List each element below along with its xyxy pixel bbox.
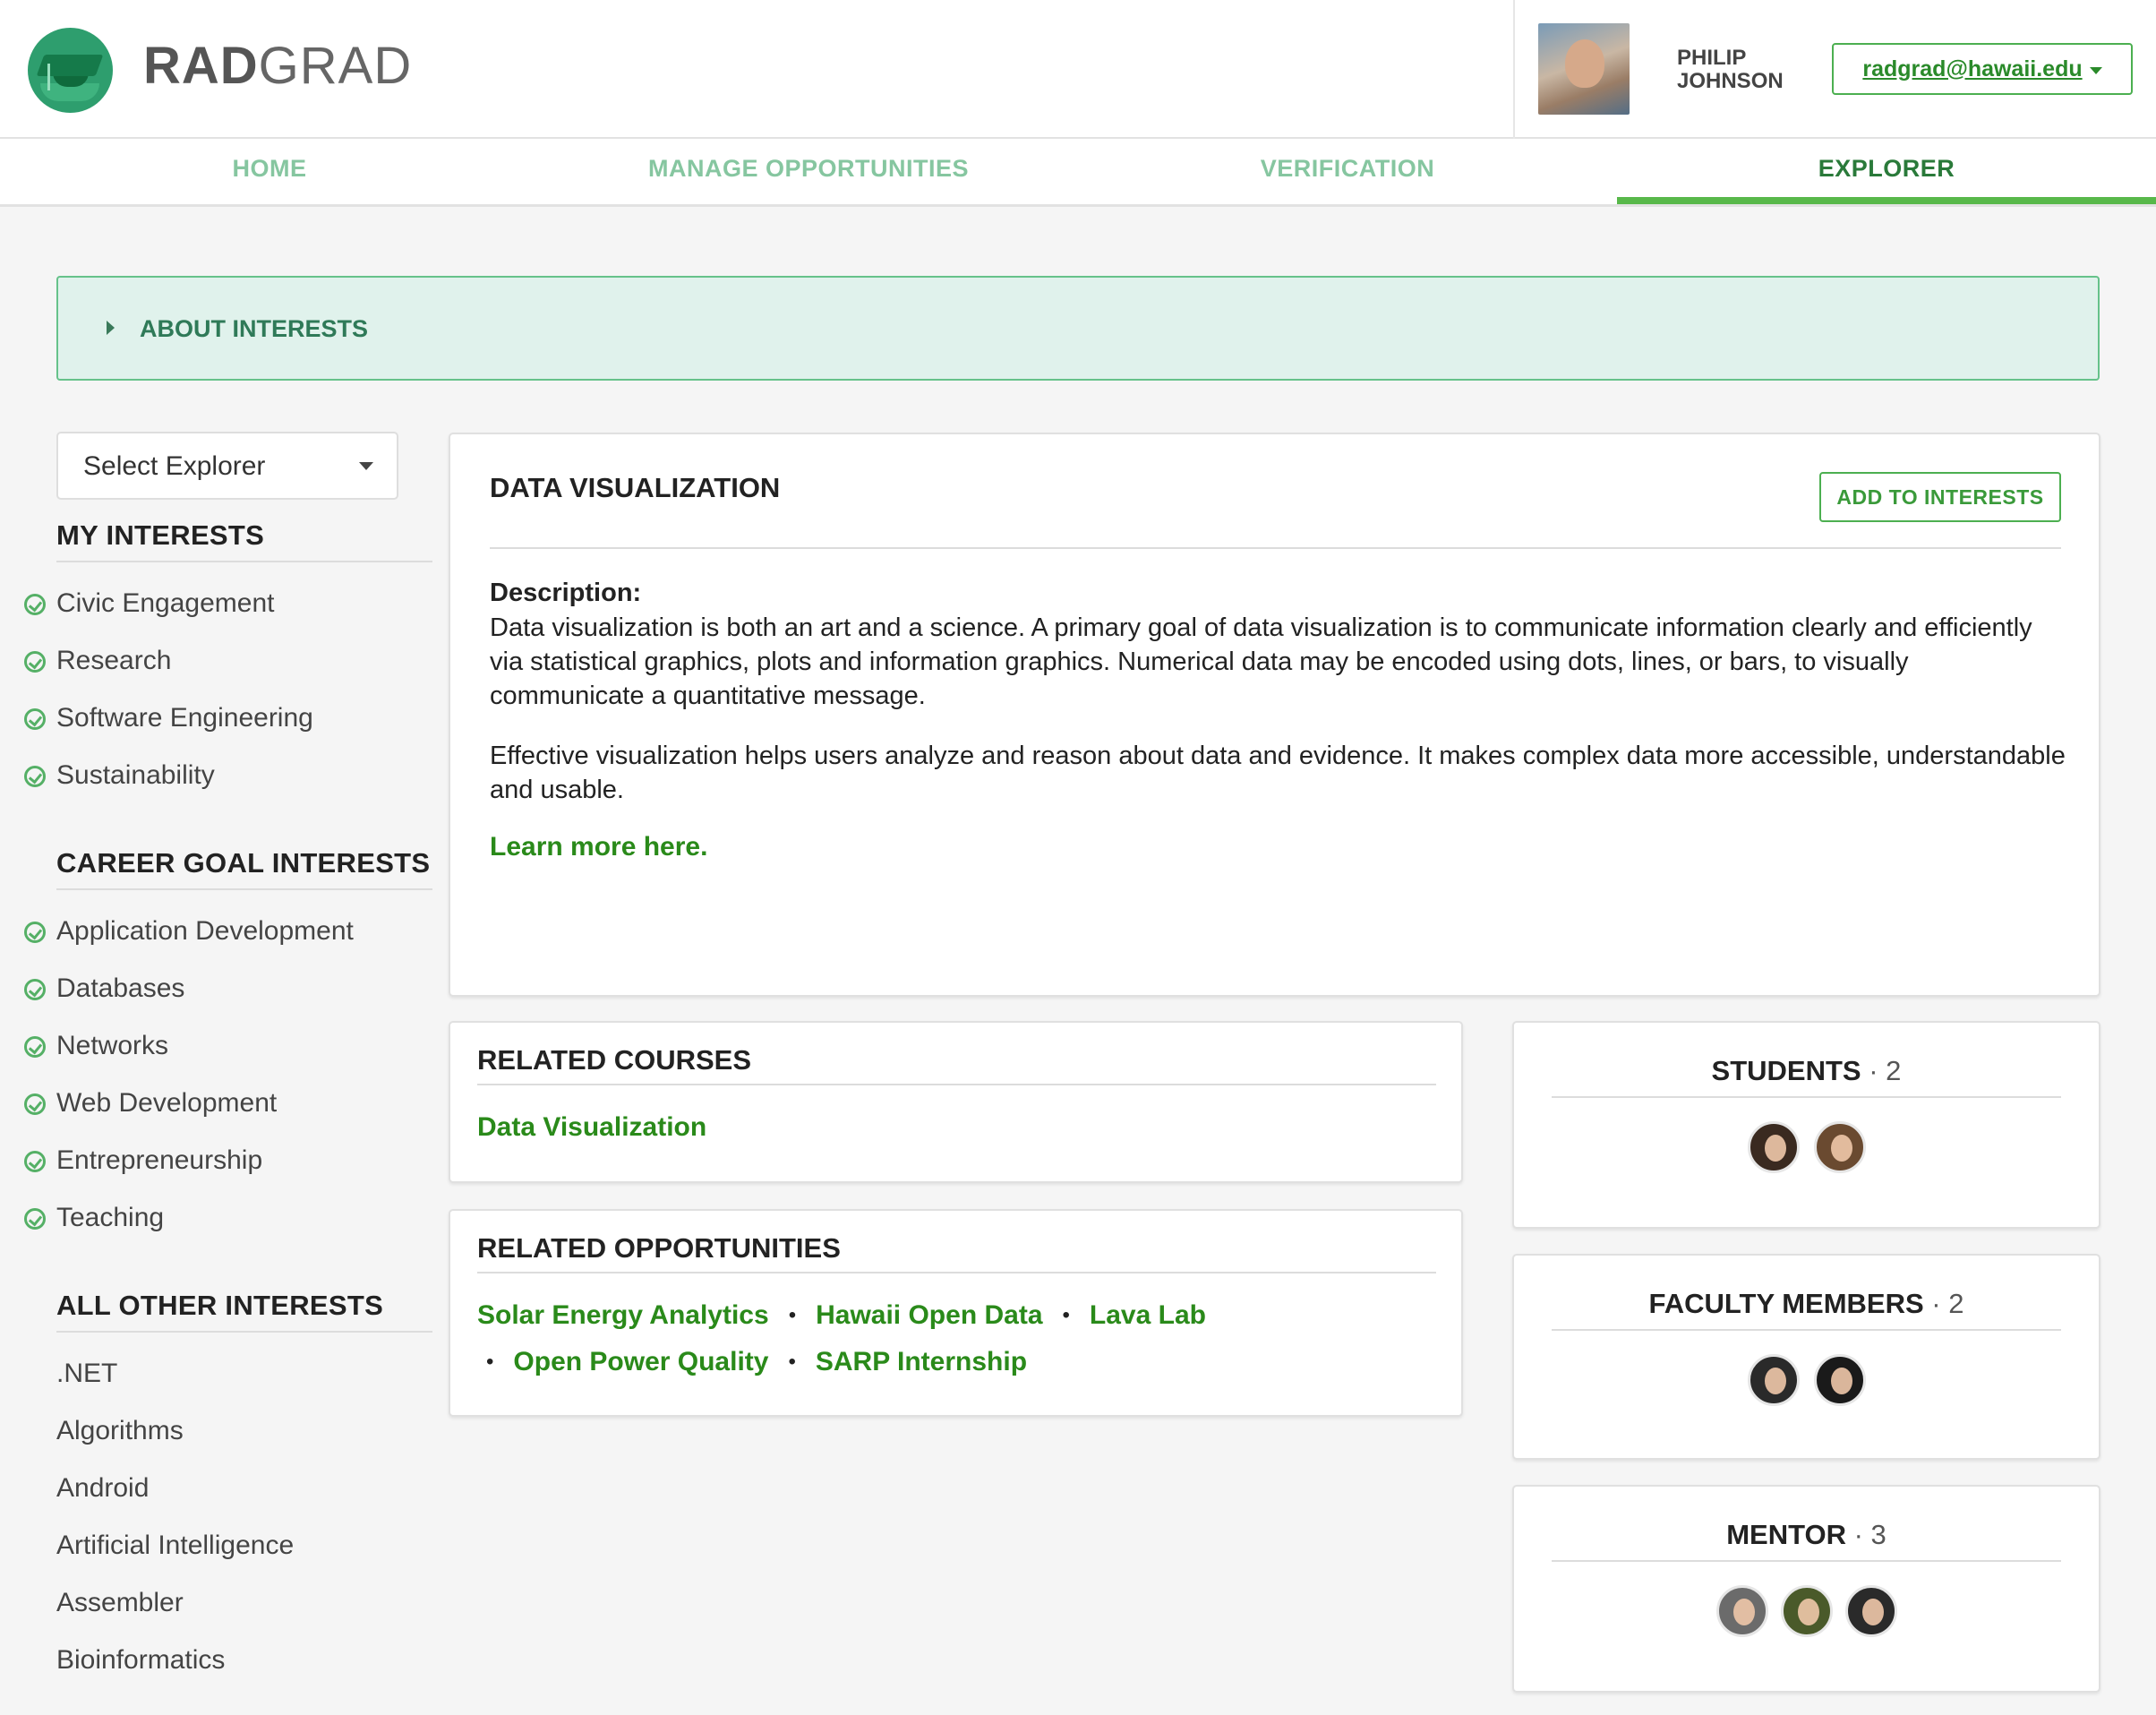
bullet-separator: • <box>486 1350 494 1374</box>
nav-manage-opportunities[interactable]: MANAGE OPPORTUNITIES <box>539 139 1078 204</box>
description-paragraph: Data visualization is both an art and a … <box>490 613 2032 710</box>
students-card: STUDENTS · 2 <box>1512 1021 2100 1229</box>
faculty-card: FACULTY MEMBERS · 2 <box>1512 1254 2100 1460</box>
students-heading: STUDENTS · 2 <box>1711 1055 1902 1086</box>
check-circle-icon <box>24 1208 46 1230</box>
other-interest-item[interactable]: Bioinformatics <box>56 1632 432 1689</box>
check-circle-icon <box>24 1036 46 1058</box>
nav-home[interactable]: HOME <box>0 139 539 204</box>
check-circle-icon <box>24 979 46 1000</box>
bullet-separator: • <box>788 1350 796 1374</box>
learn-more-link[interactable]: Learn more here. <box>490 832 707 862</box>
my-interest-item[interactable]: Research <box>24 632 432 690</box>
other-interest-item[interactable]: Artificial Intelligence <box>56 1517 432 1574</box>
other-interest-item[interactable]: Android <box>56 1460 432 1517</box>
course-link[interactable]: Data Visualization <box>477 1112 706 1143</box>
divider <box>477 1084 1436 1085</box>
career-goal-interests-heading: CAREER GOAL INTERESTS <box>56 847 432 890</box>
check-circle-icon <box>24 1151 46 1172</box>
check-circle-icon <box>24 922 46 943</box>
description-label: Description: <box>490 579 642 607</box>
other-interest-item[interactable]: Assembler <box>56 1574 432 1632</box>
mentor-heading: MENTOR · 3 <box>1726 1519 1886 1550</box>
career-goal-interests-section: CAREER GOAL INTERESTS Application Develo… <box>24 847 432 1247</box>
faculty-avatar[interactable] <box>1747 1354 1800 1406</box>
opportunity-link[interactable]: Hawaii Open Data <box>816 1300 1042 1331</box>
nav-verification[interactable]: VERIFICATION <box>1078 139 1617 204</box>
header-divider <box>1513 0 1515 139</box>
career-interest-item[interactable]: Entrepreneurship <box>24 1132 432 1189</box>
career-interest-item[interactable]: Networks <box>24 1017 432 1075</box>
career-interest-item[interactable]: Web Development <box>24 1075 432 1132</box>
chevron-down-icon <box>2089 67 2102 74</box>
check-circle-icon <box>24 1093 46 1115</box>
user-email-dropdown[interactable]: radgrad@hawaii.edu <box>1832 43 2133 95</box>
opportunities-line-2: • Open Power Quality • SARP Internship <box>477 1347 1027 1377</box>
top-header: RADGRAD PHILIP JOHNSON radgrad@hawaii.ed… <box>0 0 2156 139</box>
related-courses-heading: RELATED COURSES <box>477 1044 752 1076</box>
opportunities-line-1: Solar Energy Analytics • Hawaii Open Dat… <box>477 1300 1206 1331</box>
about-interests-accordion[interactable]: ABOUT INTERESTS <box>56 276 2100 381</box>
faculty-heading: FACULTY MEMBERS · 2 <box>1648 1288 1964 1319</box>
divider <box>490 547 2061 549</box>
mentor-avatar[interactable] <box>1844 1585 1897 1637</box>
student-avatar[interactable] <box>1747 1121 1800 1173</box>
career-interest-item[interactable]: Teaching <box>24 1189 432 1247</box>
nav-explorer[interactable]: EXPLORER <box>1617 139 2156 204</box>
user-avatar <box>1538 23 1630 115</box>
add-to-interests-button[interactable]: ADD TO INTERESTS <box>1819 472 2061 522</box>
mentor-avatar[interactable] <box>1780 1585 1833 1637</box>
caret-right-icon <box>107 321 115 335</box>
mentor-card: MENTOR · 3 <box>1512 1485 2100 1693</box>
faculty-avatar[interactable] <box>1813 1354 1866 1406</box>
check-circle-icon <box>24 651 46 673</box>
chevron-down-icon <box>359 462 373 470</box>
my-interests-heading: MY INTERESTS <box>56 519 432 562</box>
divider <box>477 1272 1436 1273</box>
all-other-interests-section: ALL OTHER INTERESTS .NET Algorithms Andr… <box>56 1290 432 1689</box>
my-interest-item[interactable]: Sustainability <box>24 747 432 804</box>
related-opportunities-heading: RELATED OPPORTUNITIES <box>477 1232 841 1264</box>
opportunity-link[interactable]: Open Power Quality <box>513 1347 768 1377</box>
radgrad-logo-icon[interactable] <box>28 28 113 113</box>
check-circle-icon <box>24 766 46 787</box>
career-interest-item[interactable]: Databases <box>24 960 432 1017</box>
bullet-separator: • <box>1062 1303 1070 1327</box>
interest-detail-card: DATA VISUALIZATION ADD TO INTERESTS Desc… <box>449 433 2100 997</box>
all-other-interests-heading: ALL OTHER INTERESTS <box>56 1290 432 1333</box>
other-interest-item[interactable]: Algorithms <box>56 1402 432 1460</box>
description-paragraph: Effective visualization helps users anal… <box>490 742 2066 804</box>
related-courses-card: RELATED COURSES Data Visualization <box>449 1021 1463 1183</box>
check-circle-icon <box>24 708 46 730</box>
bullet-separator: • <box>788 1303 797 1327</box>
opportunity-link[interactable]: Lava Lab <box>1090 1300 1206 1331</box>
check-circle-icon <box>24 594 46 615</box>
student-avatar[interactable] <box>1813 1121 1866 1173</box>
divider <box>1552 1329 2061 1331</box>
my-interest-item[interactable]: Software Engineering <box>24 690 432 747</box>
interest-title: DATA VISUALIZATION <box>490 472 781 503</box>
my-interests-section: MY INTERESTS Civic Engagement Research S… <box>24 519 432 804</box>
career-interest-item[interactable]: Application Development <box>24 903 432 960</box>
opportunity-link[interactable]: SARP Internship <box>816 1347 1027 1377</box>
divider <box>1552 1096 2061 1098</box>
mentor-avatar[interactable] <box>1715 1585 1768 1637</box>
divider <box>1552 1560 2061 1562</box>
brand-name[interactable]: RADGRAD <box>143 36 412 96</box>
explorer-select[interactable]: Select Explorer <box>56 432 398 500</box>
user-name: PHILIP JOHNSON <box>1677 46 1784 93</box>
my-interest-item[interactable]: Civic Engagement <box>24 575 432 632</box>
opportunity-link[interactable]: Solar Energy Analytics <box>477 1300 769 1331</box>
main-nav: HOME MANAGE OPPORTUNITIES VERIFICATION E… <box>0 139 2156 207</box>
other-interest-item[interactable]: .NET <box>56 1345 432 1402</box>
related-opportunities-card: RELATED OPPORTUNITIES Solar Energy Analy… <box>449 1209 1463 1417</box>
explorer-select-value: Select Explorer <box>83 451 266 481</box>
about-interests-label: ABOUT INTERESTS <box>140 315 369 342</box>
